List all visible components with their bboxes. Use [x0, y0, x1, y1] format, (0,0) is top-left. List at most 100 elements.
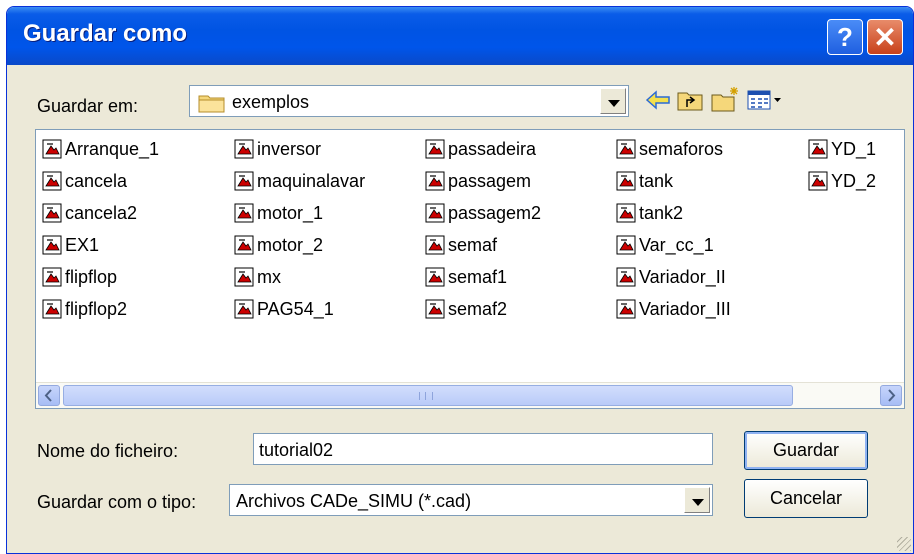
file-name: EX1	[65, 234, 100, 255]
cad-file-icon	[425, 235, 445, 255]
file-item[interactable]: inversor	[234, 136, 321, 162]
help-button[interactable]: ?	[827, 19, 863, 55]
file-name: semaf	[448, 234, 498, 255]
cad-file-icon	[42, 235, 62, 255]
file-item[interactable]: Var_cc_1	[616, 232, 714, 258]
cad-file-icon	[425, 139, 445, 159]
file-item[interactable]: cancela2	[42, 200, 137, 226]
cad-file-icon	[234, 203, 254, 223]
file-item[interactable]: tank	[616, 168, 673, 194]
new-folder-icon	[711, 87, 738, 112]
file-name: cancela	[65, 170, 128, 191]
file-item[interactable]: tank2	[616, 200, 683, 226]
file-item[interactable]: Variador_III	[616, 296, 731, 322]
close-button[interactable]: ✕	[867, 19, 903, 55]
file-name: semaf2	[448, 298, 508, 319]
file-item[interactable]: semaforos	[616, 136, 723, 162]
cad-file-icon	[616, 203, 636, 223]
file-item[interactable]: flipflop	[42, 264, 117, 290]
file-item[interactable]: passagem2	[425, 200, 541, 226]
cad-file-icon	[234, 171, 254, 191]
cad-file-icon	[425, 171, 445, 191]
cad-file-icon	[808, 171, 828, 191]
file-name: mx	[257, 266, 281, 287]
file-item[interactable]: PAG54_1	[234, 296, 334, 322]
cad-file-icon	[234, 139, 254, 159]
cad-file-icon	[42, 299, 62, 319]
file-name: Var_cc_1	[639, 234, 714, 255]
back-button[interactable]	[643, 85, 673, 115]
cad-file-icon	[425, 267, 445, 287]
file-item[interactable]: semaf2	[425, 296, 507, 322]
up-folder-button[interactable]	[675, 85, 705, 115]
cancel-button[interactable]: Cancelar	[744, 479, 868, 518]
file-name: inversor	[257, 138, 322, 159]
file-name: semaf1	[448, 266, 508, 287]
file-name: motor_1	[257, 202, 324, 223]
file-item[interactable]: semaf	[425, 232, 497, 258]
file-item[interactable]: mx	[234, 264, 281, 290]
filename-field[interactable]: tutorial02	[253, 433, 713, 465]
location-label: Guardar em:	[37, 96, 139, 116]
file-item[interactable]: Arranque_1	[42, 136, 159, 162]
new-folder-button[interactable]	[709, 85, 739, 115]
file-name: Variador_III	[639, 298, 731, 319]
file-name: passadeira	[448, 138, 537, 159]
filetype-select[interactable]: Archivos CADe_SIMU (*.cad)	[229, 484, 713, 516]
scroll-left-button[interactable]	[38, 385, 60, 406]
file-name: tank	[639, 170, 674, 191]
back-arrow-icon	[645, 90, 670, 110]
file-item[interactable]: flipflop2	[42, 296, 127, 322]
save-button[interactable]: Guardar	[744, 431, 868, 470]
file-item[interactable]: EX1	[42, 232, 99, 258]
file-item[interactable]: cancela	[42, 168, 127, 194]
view-menu-button[interactable]	[745, 85, 785, 115]
file-item[interactable]: maquinalavar	[234, 168, 365, 194]
filename-label: Nome do ficheiro:	[37, 441, 179, 461]
cad-file-icon	[616, 299, 636, 319]
resize-grip[interactable]	[897, 537, 911, 551]
file-name: flipflop2	[65, 298, 128, 319]
file-name: Arranque_1	[65, 138, 160, 159]
chevron-right-icon	[888, 389, 896, 402]
title-bar[interactable]: Guardar como ? ✕	[7, 7, 913, 65]
scroll-thumb[interactable]	[63, 385, 793, 406]
file-item[interactable]: passagem	[425, 168, 531, 194]
horizontal-scrollbar[interactable]	[36, 382, 904, 408]
folder-icon	[198, 95, 225, 113]
save-as-dialog: Guardar como ? ✕ Guardar em: exemplos Ar…	[6, 6, 914, 554]
filetype-dropdown-button[interactable]	[684, 487, 710, 513]
file-list[interactable]: Arranque_1cancela cancela2 EX1 flipflop flip…	[35, 129, 905, 409]
file-item[interactable]: motor_2	[234, 232, 323, 258]
cad-file-icon	[42, 171, 62, 191]
cad-file-icon	[425, 299, 445, 319]
filetype-value: Archivos CADe_SIMU (*.cad)	[236, 491, 472, 511]
file-item[interactable]: motor_1	[234, 200, 323, 226]
file-name: cancela2	[65, 202, 138, 223]
file-name: semaforos	[639, 138, 724, 159]
chevron-left-icon	[44, 389, 52, 402]
file-name: YD_1	[831, 138, 877, 159]
file-name: tank2	[639, 202, 684, 223]
cad-file-icon	[616, 235, 636, 255]
up-folder-icon	[677, 92, 703, 111]
cad-file-icon	[616, 139, 636, 159]
location-dropdown-button[interactable]	[600, 88, 626, 114]
cad-file-icon	[616, 171, 636, 191]
cad-file-icon	[616, 267, 636, 287]
file-item[interactable]: passadeira	[425, 136, 536, 162]
file-name: Variador_II	[639, 266, 726, 287]
location-combo[interactable]: exemplos	[189, 85, 629, 117]
file-name: motor_2	[257, 234, 324, 255]
scroll-right-button[interactable]	[880, 385, 902, 406]
file-item[interactable]: semaf1	[425, 264, 507, 290]
file-item[interactable]: Variador_II	[616, 264, 726, 290]
file-item[interactable]: YD_2	[808, 168, 876, 194]
file-name: YD_2	[831, 170, 877, 191]
file-name: PAG54_1	[257, 298, 334, 319]
cad-file-icon	[234, 299, 254, 319]
cad-file-icon	[425, 203, 445, 223]
file-name: flipflop	[65, 266, 118, 287]
file-item[interactable]: YD_1	[808, 136, 876, 162]
location-value: exemplos	[232, 92, 310, 112]
